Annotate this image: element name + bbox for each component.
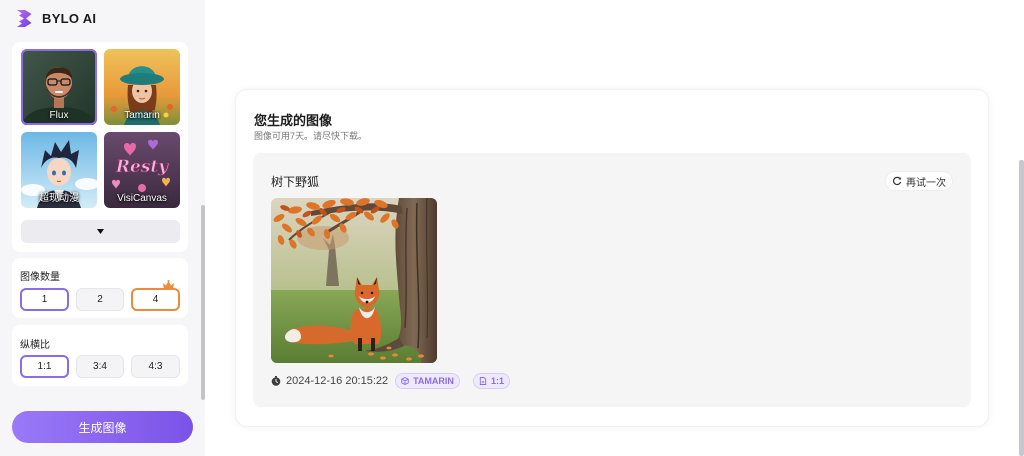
main-scrollbar[interactable] xyxy=(1019,160,1024,456)
generate-image-button[interactable]: 生成图像 xyxy=(12,411,193,443)
model-label: Tamarin xyxy=(124,110,160,121)
brand[interactable]: BYLO AI xyxy=(16,8,96,28)
file-icon xyxy=(479,377,491,385)
image-count-title: 图像数量 xyxy=(20,272,60,283)
aspect-ratio-option-4-3[interactable]: 4:3 xyxy=(131,355,180,378)
cube-icon xyxy=(401,377,413,385)
aspect-ratio-option-1-1[interactable]: 1:1 xyxy=(20,355,69,378)
model-card-anime[interactable]: 超现动漫 xyxy=(21,132,97,208)
image-count-option-4[interactable]: 4 xyxy=(131,288,180,311)
result-prompt: 树下野狐 xyxy=(271,175,320,189)
visicanvas-artwork-lettering: Resty xyxy=(115,157,169,177)
image-count-option-1[interactable]: 1 xyxy=(20,288,69,311)
result-meta: 2024-12-16 20:15:22 TAMARIN 1:1 xyxy=(271,373,571,389)
clock-icon xyxy=(271,376,281,386)
model-badge: TAMARIN xyxy=(395,373,460,389)
generated-image[interactable] xyxy=(271,198,437,363)
results-card: 您生成的图像 图像可用7天。请尽快下载。 树下野狐 再试一次 2024-12-1… xyxy=(235,89,989,427)
model-badge-label: TAMARIN xyxy=(413,376,454,386)
ratio-badge-label: 1:1 xyxy=(490,376,504,386)
results-subtitle: 图像可用7天。请尽快下载。 xyxy=(254,131,368,141)
brand-name: BYLO AI xyxy=(42,10,97,26)
more-models-button[interactable] xyxy=(21,220,180,243)
aspect-ratio-section: 纵横比 1:1 3:4 4:3 xyxy=(12,325,188,386)
sidebar: BYLO AI Flux Tamarin 超现动漫 Resty VisiCanv… xyxy=(0,0,205,456)
retry-button[interactable]: 再试一次 xyxy=(885,171,953,191)
model-label: VisiCanvas xyxy=(117,193,167,204)
aspect-ratio-option-3-4[interactable]: 3:4 xyxy=(76,355,124,378)
aspect-ratio-title: 纵横比 xyxy=(20,340,50,351)
fox-under-tree-image xyxy=(271,198,437,363)
crown-icon xyxy=(162,280,175,290)
result-timestamp: 2024-12-16 20:15:22 xyxy=(286,375,389,387)
flux-thumbnail-image xyxy=(21,49,97,125)
ratio-badge: 1:1 xyxy=(473,373,510,389)
retry-label: 再试一次 xyxy=(906,177,946,189)
caret-down-icon xyxy=(97,229,104,234)
model-label: 超现动漫 xyxy=(39,193,79,204)
model-card-visicanvas[interactable]: Resty VisiCanvas xyxy=(104,132,180,208)
result-item: 树下野狐 再试一次 2024-12-16 20:15:22 TAMARIN 1:… xyxy=(253,153,971,407)
image-count-option-2[interactable]: 2 xyxy=(76,288,124,311)
model-selector: Flux Tamarin 超现动漫 Resty VisiCanvas xyxy=(12,42,188,252)
sidebar-scrollbar[interactable] xyxy=(201,205,205,400)
image-count-section: 图像数量 1 2 4 xyxy=(12,258,188,318)
refresh-icon xyxy=(892,176,906,186)
model-label: Flux xyxy=(49,110,69,121)
model-card-tamarin[interactable]: Tamarin xyxy=(104,49,180,125)
app-window: BYLO AI Flux Tamarin 超现动漫 Resty VisiCanv… xyxy=(0,0,1024,456)
bylo-logo-icon xyxy=(16,9,33,28)
model-card-flux[interactable]: Flux xyxy=(21,49,97,125)
results-title: 您生成的图像 xyxy=(254,113,333,128)
